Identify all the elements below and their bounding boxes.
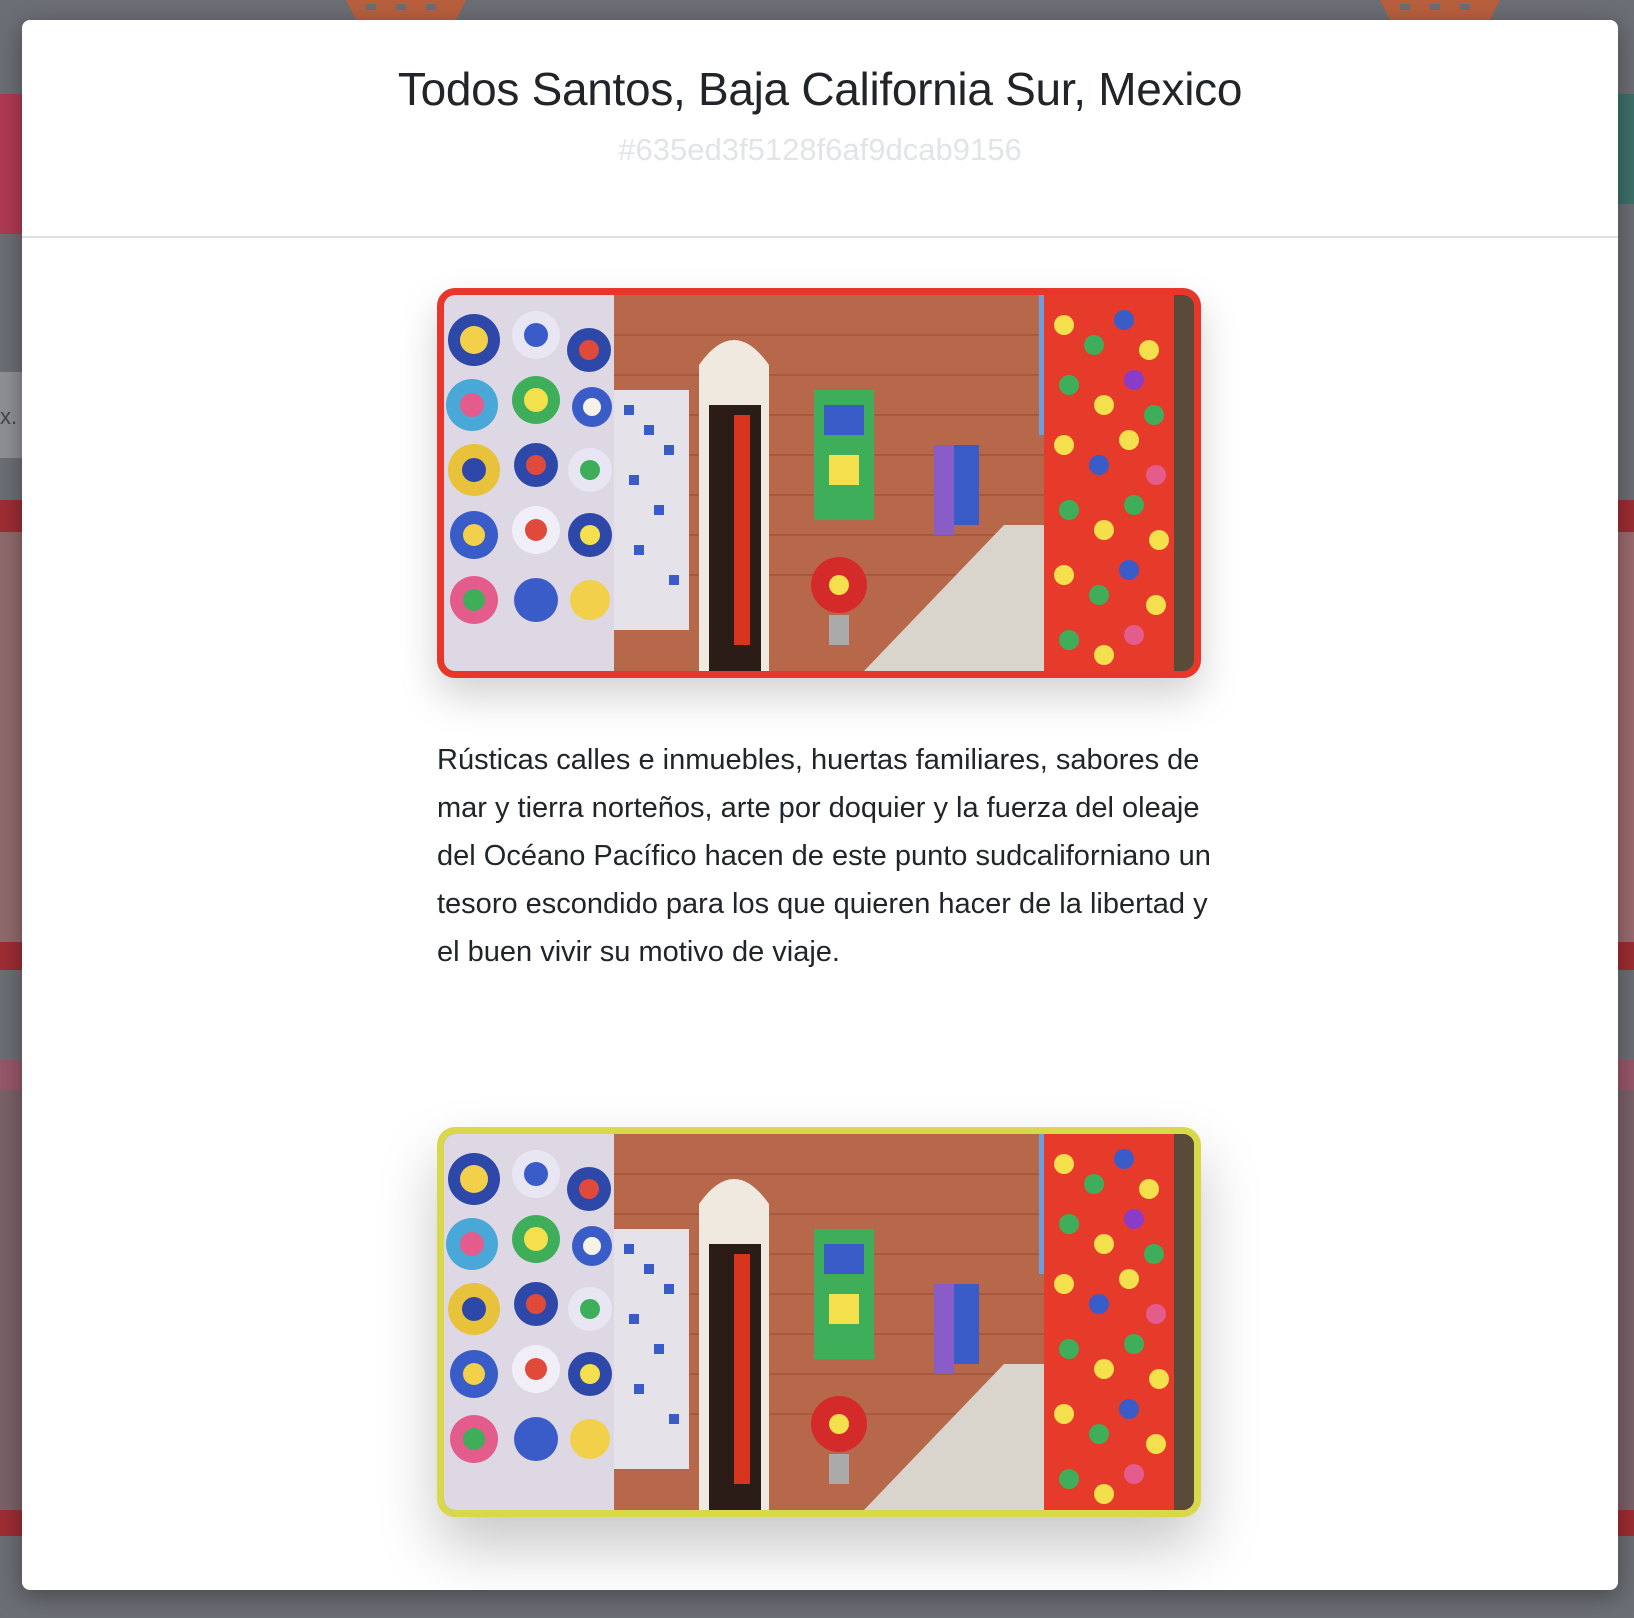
destination-photo xyxy=(437,288,1201,678)
background-banner-left xyxy=(0,94,22,234)
destination-photo xyxy=(437,1127,1201,1517)
background-image-left xyxy=(0,1090,22,1510)
modal-title: Todos Santos, Baja California Sur, Mexic… xyxy=(397,63,1243,115)
background-banner-right xyxy=(1618,94,1634,204)
background-image-right xyxy=(1618,1090,1634,1510)
papel-picado-decoration xyxy=(346,0,466,20)
papel-picado-decoration xyxy=(1380,0,1500,20)
photo-illustration xyxy=(444,295,1194,671)
modal-header: Todos Santos, Baja California Sur, Mexic… xyxy=(22,20,1618,238)
background-search-input: x. xyxy=(0,372,22,458)
destination-description: Rústicas calles e inmuebles, huertas fam… xyxy=(437,744,1211,968)
photo-illustration xyxy=(444,1134,1194,1510)
modal-dialog: Todos Santos, Baja California Sur, Mexic… xyxy=(22,20,1618,1590)
background-image-right xyxy=(1618,532,1634,942)
modal-id: #635ed3f5128f6af9dcab9156 xyxy=(618,132,1022,167)
background-image-left xyxy=(0,532,22,942)
background-search-text: x. xyxy=(0,404,18,429)
